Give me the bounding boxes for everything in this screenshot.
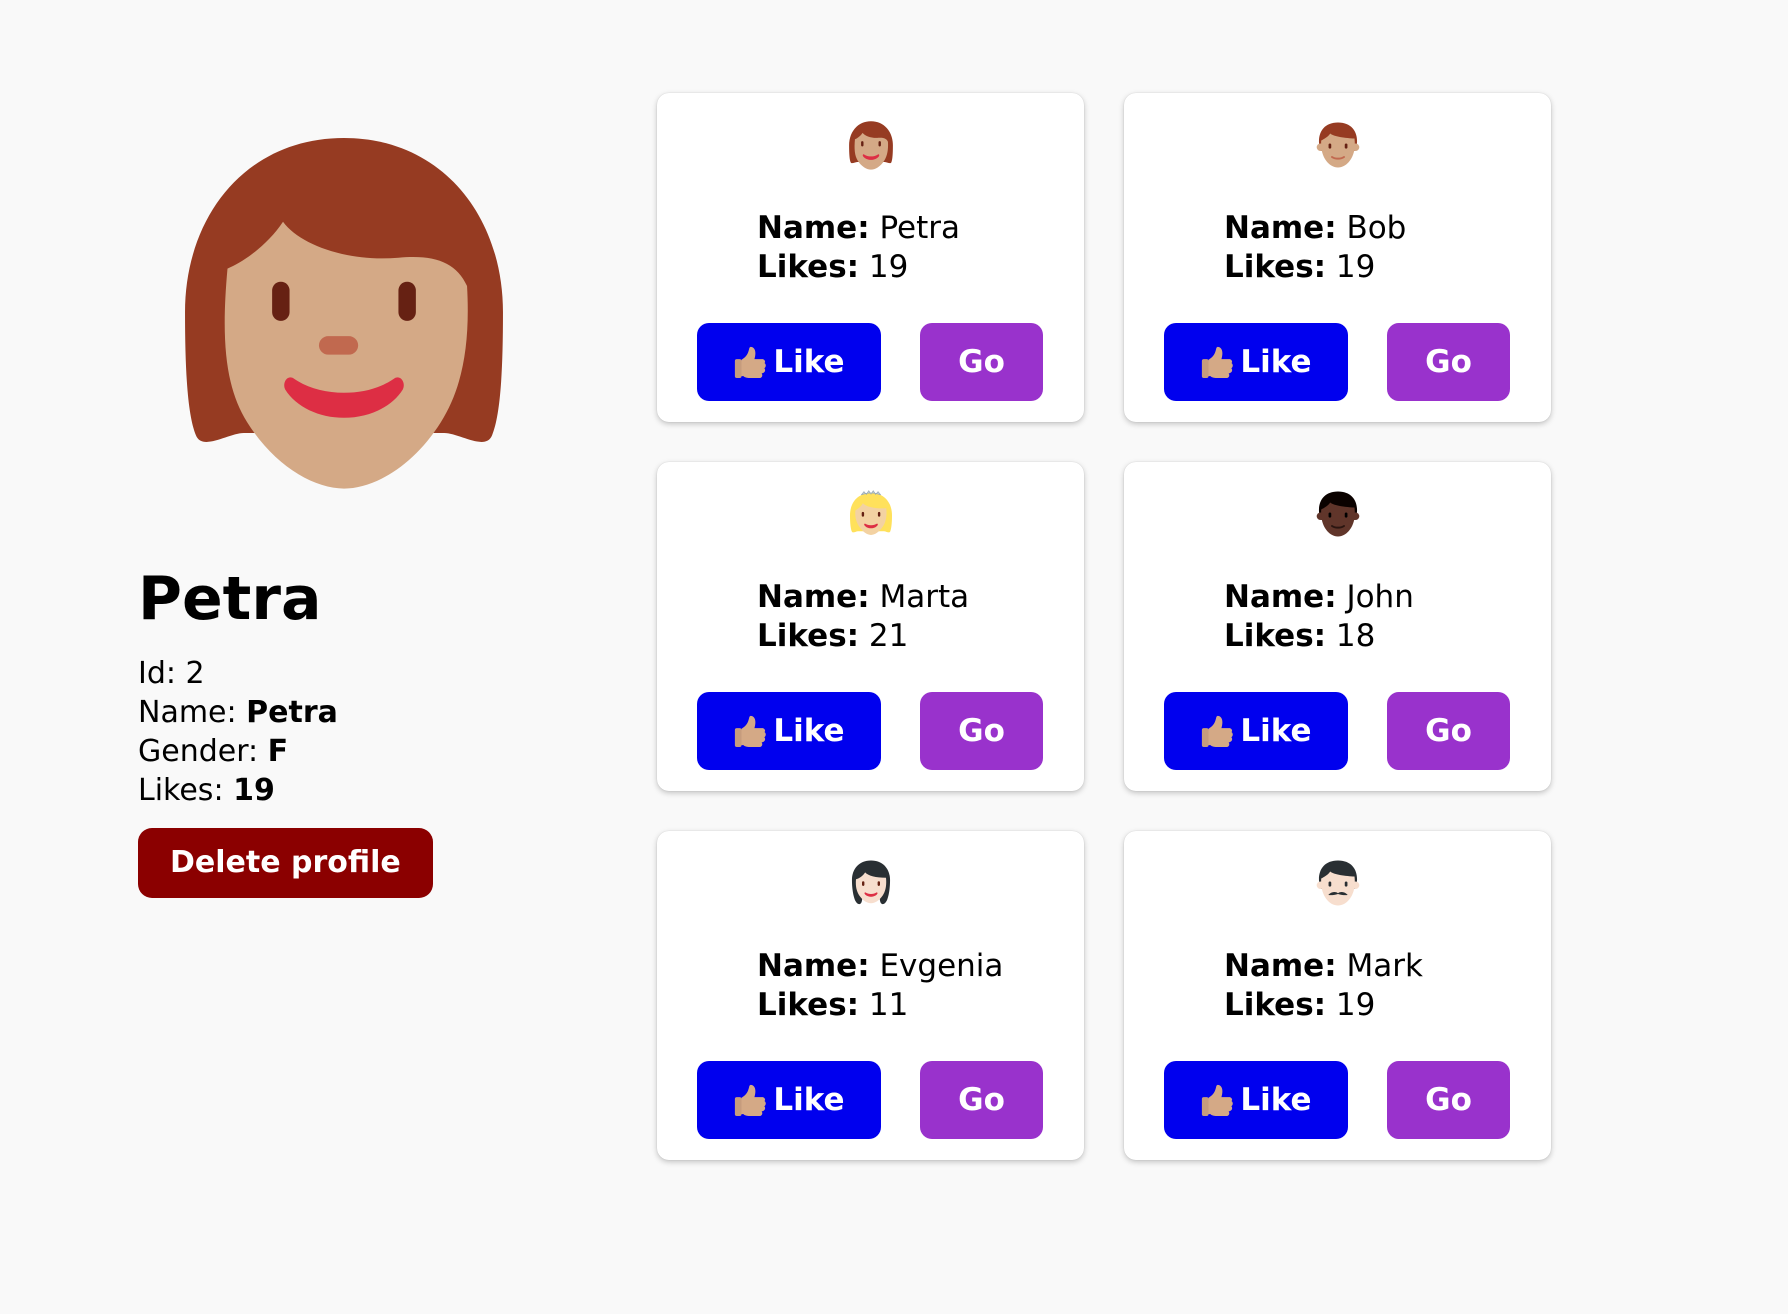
woman-red-hair-avatar-icon <box>185 137 503 489</box>
woman-black-hair-icon <box>851 860 891 905</box>
thumbs-up-icon <box>1202 346 1234 379</box>
card-info: Name: Bob Likes: 19 <box>1224 209 1406 287</box>
profile-likes-row: Likes: 19 <box>138 771 558 810</box>
card-likes-label: Likes: <box>1224 618 1327 654</box>
profile-card: Name: Bob Likes: 19 Like Go <box>1124 93 1551 422</box>
card-likes-value: 19 <box>1335 249 1376 285</box>
go-button[interactable]: Go <box>920 692 1043 770</box>
like-button[interactable]: Like <box>1164 323 1348 401</box>
card-name-value: Marta <box>879 579 970 615</box>
profile-gender-row: Gender: F <box>138 732 558 771</box>
thumbs-up-icon <box>1202 715 1234 748</box>
profile-card-grid: Name: Petra Likes: 19 Like Go Name: Bob … <box>657 93 1551 1160</box>
like-button-label: Like <box>773 344 845 380</box>
card-likes-value: 11 <box>868 987 909 1023</box>
card-likes-row: Likes: 18 <box>1224 617 1414 656</box>
card-name-label: Name: <box>1224 579 1337 615</box>
profile-card: Name: Evgenia Likes: 11 Like Go <box>657 831 1084 1160</box>
card-name-label: Name: <box>757 210 870 246</box>
card-likes-value: 19 <box>868 249 909 285</box>
like-button[interactable]: Like <box>1164 692 1348 770</box>
like-button-label: Like <box>773 713 845 749</box>
card-name-row: Name: Evgenia <box>757 947 1003 986</box>
profile-name-label: Name: <box>138 695 247 730</box>
woman-red-hair-icon <box>849 121 893 170</box>
card-info: Name: Marta Likes: 21 <box>757 578 969 656</box>
card-name-value: John <box>1346 579 1414 615</box>
card-likes-row: Likes: 19 <box>757 248 960 287</box>
card-likes-label: Likes: <box>757 618 860 654</box>
card-likes-row: Likes: 19 <box>1224 986 1423 1025</box>
thumbs-up-icon <box>735 346 767 379</box>
thumbs-up-icon <box>735 1084 767 1117</box>
thumbs-up-icon <box>1202 1084 1234 1117</box>
card-name-label: Name: <box>1224 210 1337 246</box>
profile-gender-label: Gender: <box>138 734 268 769</box>
like-button[interactable]: Like <box>697 1061 881 1139</box>
delete-profile-button[interactable]: Delete profile <box>138 828 433 898</box>
profile-card: Name: John Likes: 18 Like Go <box>1124 462 1551 791</box>
profile-name-heading: Petra <box>138 564 322 634</box>
profile-card: Name: Mark Likes: 19 Like Go <box>1124 831 1551 1160</box>
card-likes-row: Likes: 21 <box>757 617 969 656</box>
card-likes-label: Likes: <box>1224 987 1327 1023</box>
card-name-label: Name: <box>757 579 870 615</box>
card-name-row: Name: Marta <box>757 578 969 617</box>
card-likes-label: Likes: <box>757 249 860 285</box>
go-button[interactable]: Go <box>920 1061 1043 1139</box>
card-likes-row: Likes: 11 <box>757 986 1003 1025</box>
card-likes-value: 21 <box>868 618 909 654</box>
profile-card: Name: Petra Likes: 19 Like Go <box>657 93 1084 422</box>
card-name-row: Name: John <box>1224 578 1414 617</box>
card-info: Name: Evgenia Likes: 11 <box>757 947 1003 1025</box>
profile-name-row: Name: Petra <box>138 693 558 732</box>
card-info: Name: Mark Likes: 19 <box>1224 947 1423 1025</box>
card-info: Name: John Likes: 18 <box>1224 578 1414 656</box>
profile-name-value: Petra <box>246 695 338 730</box>
man-dark-skin-icon <box>1316 491 1360 537</box>
profile-likes-label: Likes: <box>138 773 234 808</box>
like-button[interactable]: Like <box>1164 1061 1348 1139</box>
card-name-label: Name: <box>757 948 870 984</box>
card-likes-value: 19 <box>1335 987 1376 1023</box>
card-likes-value: 18 <box>1335 618 1376 654</box>
card-info: Name: Petra Likes: 19 <box>757 209 960 287</box>
man-mustache-icon <box>1316 860 1360 906</box>
thumbs-up-icon <box>735 715 767 748</box>
like-button-label: Like <box>773 1082 845 1118</box>
card-name-row: Name: Petra <box>757 209 960 248</box>
go-button[interactable]: Go <box>920 323 1043 401</box>
profile-gender-value: F <box>267 734 289 769</box>
profile-id-label: Id: <box>138 656 186 691</box>
go-button[interactable]: Go <box>1387 323 1510 401</box>
go-button[interactable]: Go <box>1387 1061 1510 1139</box>
card-likes-label: Likes: <box>1224 249 1327 285</box>
card-name-value: Petra <box>879 210 961 246</box>
card-name-value: Evgenia <box>879 948 1004 984</box>
card-name-value: Mark <box>1346 948 1423 984</box>
like-button-label: Like <box>1240 1082 1312 1118</box>
card-name-value: Bob <box>1346 210 1407 246</box>
profile-card: Name: Marta Likes: 21 Like Go <box>657 462 1084 791</box>
man-red-hair-icon <box>1316 122 1360 168</box>
card-name-label: Name: <box>1224 948 1337 984</box>
go-button[interactable]: Go <box>1387 692 1510 770</box>
profile-panel: Petra Id: 2 Name: Petra Gender: F Likes:… <box>138 110 558 898</box>
like-button-label: Like <box>1240 344 1312 380</box>
card-likes-row: Likes: 19 <box>1224 248 1406 287</box>
blonde-woman-tiara-icon <box>850 490 892 535</box>
like-button-label: Like <box>1240 713 1312 749</box>
like-button[interactable]: Like <box>697 323 881 401</box>
card-likes-label: Likes: <box>757 987 860 1023</box>
card-name-row: Name: Bob <box>1224 209 1406 248</box>
like-button[interactable]: Like <box>697 692 881 770</box>
card-name-row: Name: Mark <box>1224 947 1423 986</box>
profile-likes-value: 19 <box>233 773 275 808</box>
profile-id-row: Id: 2 <box>138 654 558 693</box>
profile-id-value: 2 <box>185 656 205 691</box>
